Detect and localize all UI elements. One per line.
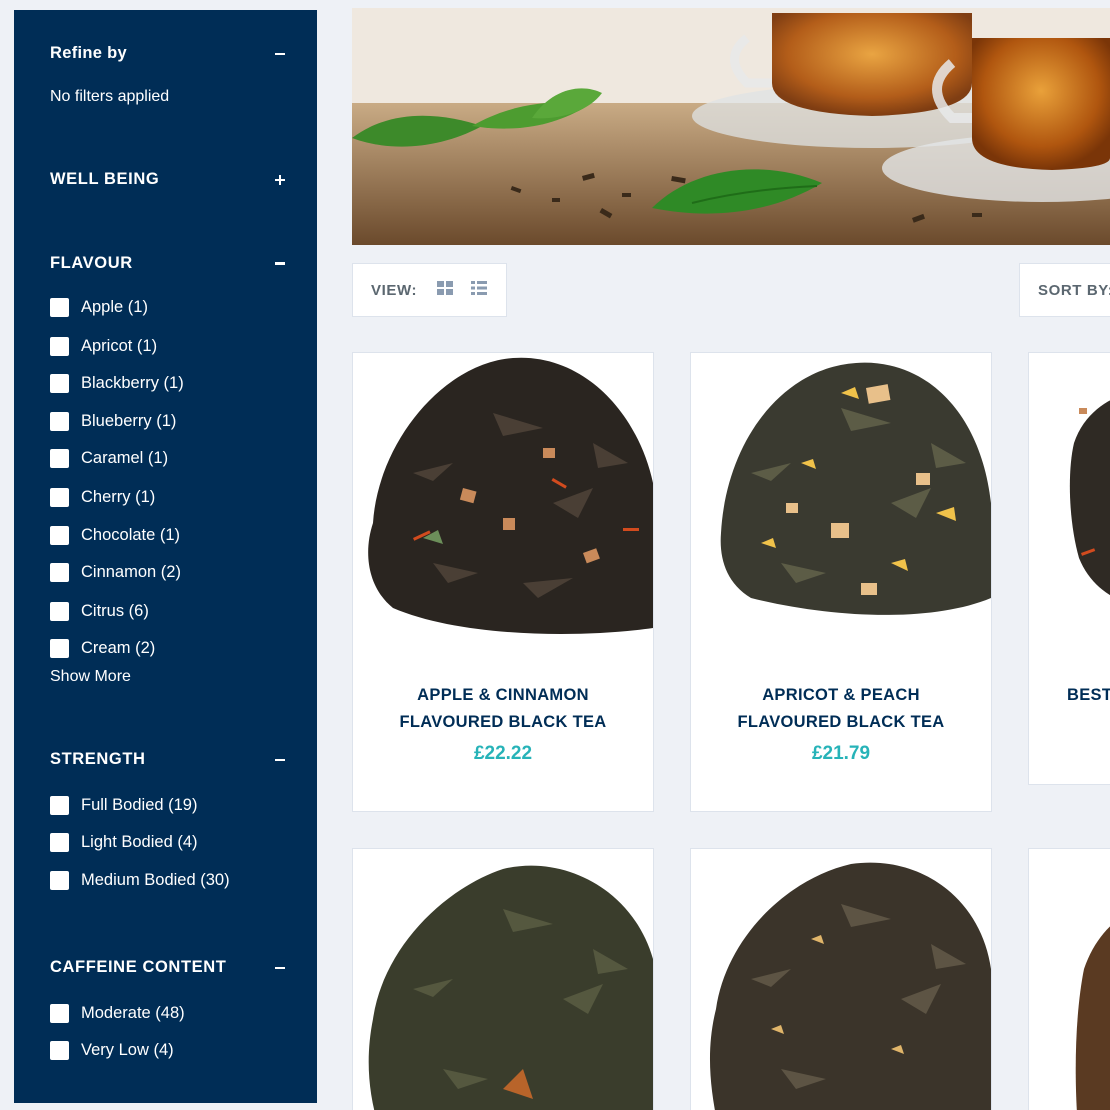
filter-option-label: Cream (2) [81, 639, 156, 657]
filter-option-chocolate[interactable]: Chocolate (1) [50, 526, 180, 545]
checkbox[interactable] [50, 298, 69, 317]
filter-option-light-bodied[interactable]: Light Bodied (4) [50, 833, 198, 852]
checkbox[interactable] [50, 796, 69, 815]
collapse-icon[interactable] [273, 753, 287, 767]
product-image[interactable] [691, 849, 991, 1110]
filter-option-cream[interactable]: Cream (2) [50, 639, 155, 658]
refine-title: Refine by [50, 44, 127, 62]
product-name-line: APPLE & CINNAMON [417, 686, 589, 704]
filter-option-label: Apple (1) [81, 298, 148, 316]
product-name[interactable]: APPLE & CINNAMON FLAVOURED BLACK TEA [353, 682, 653, 736]
checkbox[interactable] [50, 374, 69, 393]
product-name[interactable]: APRICOT & PEACH FLAVOURED BLACK TEA [691, 682, 991, 736]
product-price: £21.79 [811, 743, 871, 764]
checkbox[interactable] [50, 563, 69, 582]
product-price: £22.22 [473, 743, 533, 764]
tea-cups-banner-image [352, 8, 1110, 245]
filters-status: No filters applied [50, 88, 170, 105]
checkbox[interactable] [50, 526, 69, 545]
filter-option-citrus[interactable]: Citrus (6) [50, 602, 149, 621]
product-card[interactable]: BEST [1028, 352, 1110, 785]
filter-option-label: Apricot (1) [81, 337, 158, 355]
checkbox[interactable] [50, 1041, 69, 1060]
checkbox[interactable] [50, 833, 69, 852]
filter-option-label: Light Bodied (4) [81, 833, 198, 851]
filter-option-label: Cinnamon (2) [81, 563, 181, 581]
filter-option-label: Chocolate (1) [81, 526, 181, 544]
filter-option-very-low[interactable]: Very Low (4) [50, 1041, 174, 1060]
strength-title: STRENGTH [50, 750, 146, 768]
checkbox[interactable] [50, 488, 69, 507]
product-image[interactable] [1029, 849, 1110, 1110]
product-card[interactable] [1028, 848, 1110, 1110]
product-name[interactable]: BEST [1029, 682, 1110, 709]
filter-option-medium-bodied[interactable]: Medium Bodied (30) [50, 871, 230, 890]
filter-option-label: Blueberry (1) [81, 412, 177, 430]
product-card[interactable] [352, 848, 654, 1110]
product-card[interactable] [690, 848, 992, 1110]
product-name-line: APRICOT & PEACH [762, 686, 920, 704]
checkbox[interactable] [50, 449, 69, 468]
product-name-line: BEST [1067, 686, 1110, 704]
show-more-link[interactable]: Show More [50, 668, 131, 686]
filter-option-label: Full Bodied (19) [81, 796, 198, 814]
product-card[interactable]: APPLE & CINNAMON FLAVOURED BLACK TEA £22… [352, 352, 654, 812]
filter-option-full-bodied[interactable]: Full Bodied (19) [50, 796, 197, 815]
checkbox[interactable] [50, 337, 69, 356]
checkbox[interactable] [50, 639, 69, 658]
filter-option-cinnamon[interactable]: Cinnamon (2) [50, 563, 181, 582]
filter-option-apricot[interactable]: Apricot (1) [50, 337, 157, 356]
caffeine-header[interactable]: CAFFEINE CONTENT [50, 958, 287, 977]
filter-option-label: Caramel (1) [81, 449, 169, 467]
checkbox[interactable] [50, 412, 69, 431]
category-banner [352, 8, 1110, 245]
expand-icon[interactable] [273, 173, 287, 187]
checkbox[interactable] [50, 871, 69, 890]
caffeine-title: CAFFEINE CONTENT [50, 958, 227, 976]
filter-option-blueberry[interactable]: Blueberry (1) [50, 412, 176, 431]
product-image[interactable] [691, 353, 991, 643]
filter-option-moderate[interactable]: Moderate (48) [50, 1004, 185, 1023]
filter-option-blackberry[interactable]: Blackberry (1) [50, 374, 184, 393]
product-image[interactable] [353, 849, 653, 1110]
filter-option-label: Blackberry (1) [81, 374, 184, 392]
well-being-title: WELL BEING [50, 170, 160, 188]
filter-option-label: Very Low (4) [81, 1041, 174, 1059]
product-image[interactable] [1029, 353, 1110, 643]
strength-header[interactable]: STRENGTH [50, 750, 287, 769]
view-toggle: VIEW: [352, 263, 507, 317]
grid-view-icon[interactable] [437, 280, 454, 300]
filter-option-label: Citrus (6) [81, 602, 149, 620]
collapse-icon[interactable] [273, 961, 287, 975]
product-name-line: FLAVOURED BLACK TEA [399, 713, 607, 731]
filter-option-label: Medium Bodied (30) [81, 871, 230, 889]
refine-header: Refine by [50, 44, 287, 63]
product-image[interactable] [353, 353, 653, 643]
collapse-icon[interactable] [273, 257, 287, 271]
filter-option-label: Cherry (1) [81, 488, 156, 506]
product-name-line: FLAVOURED BLACK TEA [737, 713, 945, 731]
well-being-header[interactable]: WELL BEING [50, 170, 287, 189]
product-card[interactable]: APRICOT & PEACH FLAVOURED BLACK TEA £21.… [690, 352, 992, 812]
sort-dropdown[interactable]: SORT BY: [1019, 263, 1110, 317]
filter-sidebar: Refine by No filters applied WELL BEING … [14, 10, 317, 1103]
flavour-title: FLAVOUR [50, 254, 133, 272]
flavour-header[interactable]: FLAVOUR [50, 254, 287, 273]
filter-option-cherry[interactable]: Cherry (1) [50, 488, 155, 507]
list-view-icon[interactable] [471, 280, 488, 300]
filter-option-caramel[interactable]: Caramel (1) [50, 449, 168, 468]
filter-option-label: Moderate (48) [81, 1004, 185, 1022]
view-label: VIEW: [371, 281, 418, 299]
sort-label: SORT BY: [1038, 281, 1110, 299]
collapse-icon[interactable] [273, 47, 287, 61]
checkbox[interactable] [50, 602, 69, 621]
filter-option-apple[interactable]: Apple (1) [50, 298, 148, 317]
checkbox[interactable] [50, 1004, 69, 1023]
